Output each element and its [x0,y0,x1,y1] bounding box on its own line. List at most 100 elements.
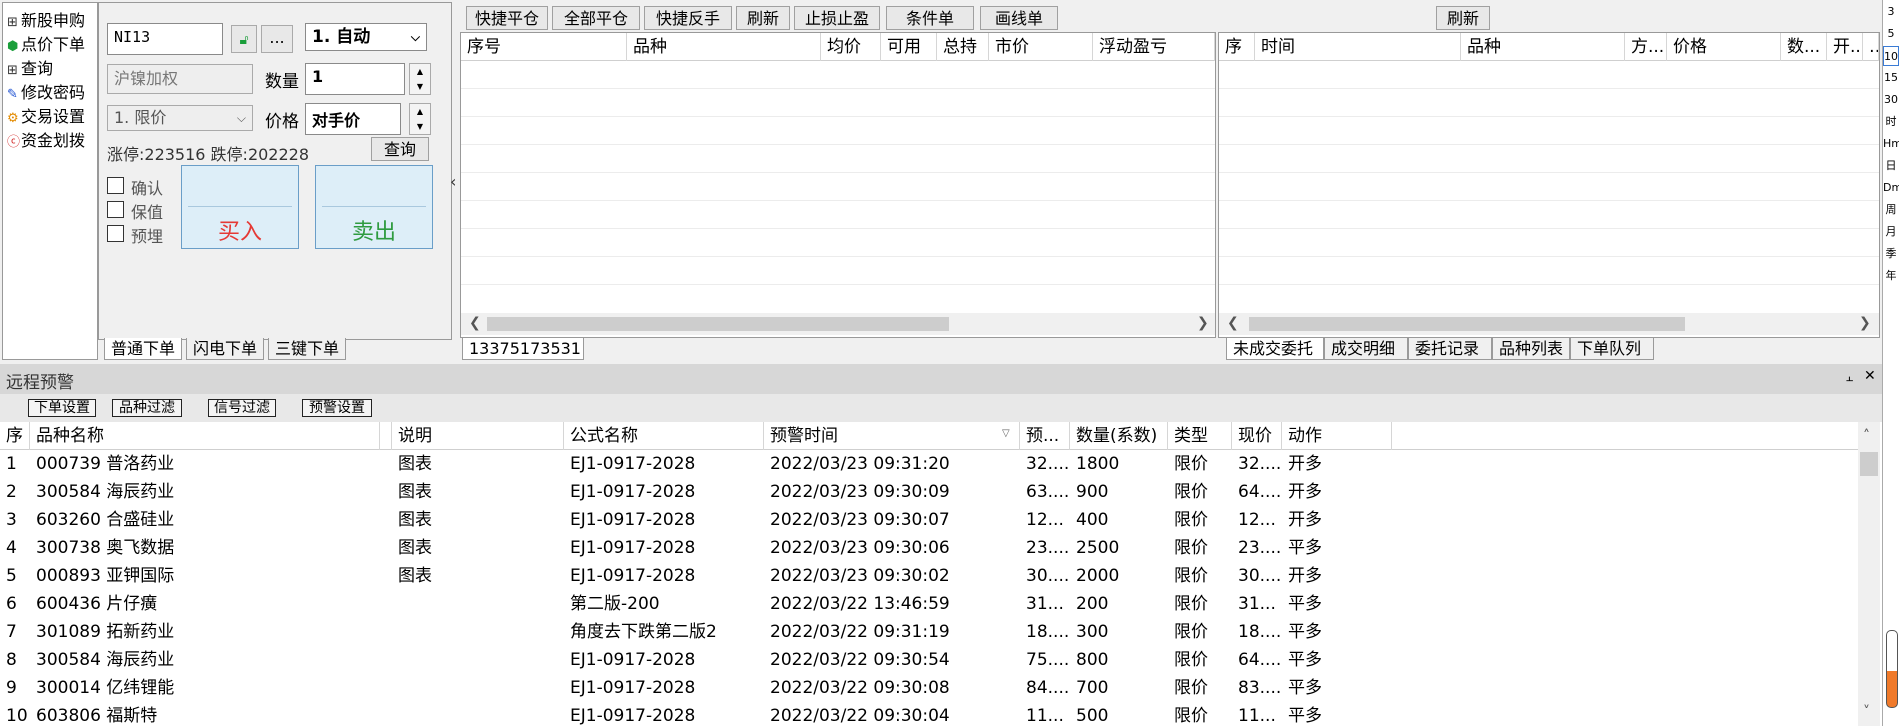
order-hscrollbar[interactable]: ❮ ❯ [1219,313,1879,335]
tab-three-key-order[interactable]: 三键下单 [268,338,347,360]
toolbar-button-0[interactable]: 快捷平仓 [466,6,548,30]
alert-cell: 32.... [1238,454,1282,474]
alert-button-1[interactable]: 品种过滤 [112,399,182,417]
scroll-right-icon[interactable]: ❯ [1197,315,1209,331]
alert-cell [380,702,392,726]
quantity-input[interactable]: 1 [305,63,405,95]
period-item[interactable]: 周 [1883,200,1899,220]
alert-cell: 限价 [1174,482,1208,502]
period-item[interactable]: 3 [1883,2,1899,22]
sell-button[interactable]: 卖出 [315,165,433,249]
menu-item-label: 交易设置 [21,107,86,126]
tab-account[interactable]: 13375173531 [462,338,584,360]
buy-button[interactable]: 买入 [181,165,299,249]
position-hscrollbar[interactable]: ❮ ❯ [461,313,1215,335]
menu-item-1[interactable]: ⬢ 点价下单 [7,31,85,54]
order-refresh-button[interactable]: 刷新 [1436,6,1490,30]
buy-label: 买入 [217,220,262,245]
toolbar-button-2[interactable]: 快捷反手 [644,6,732,30]
alert-button-3[interactable]: 预警设置 [302,399,372,417]
alert-row[interactable]: 7 301089 拓新药业 角度去下跌第二版2 2022/03/22 09:31:19… [0,618,1858,646]
toolbar-button-1[interactable]: 全部平仓 [552,6,640,30]
alert-button-0[interactable]: 下单设置 [28,399,96,417]
scroll-right-icon[interactable]: ❯ [1859,315,1871,331]
alert-button-2[interactable]: 信号过滤 [208,399,276,417]
order-type-select[interactable]: 1. 限价 ⌵ [107,105,253,131]
scroll-thumb[interactable] [487,317,949,331]
period-item[interactable]: 年 [1883,266,1899,286]
period-item[interactable]: 日 [1883,156,1899,176]
period-item[interactable]: 月 [1883,222,1899,242]
alert-cell: 开多 [1288,510,1322,530]
alert-cell: 000739 普洛药业 [36,454,175,474]
menu-item-2[interactable]: ⊞ 查询 [7,55,53,78]
limit-text: 涨停:223516 跌停:202228 [107,145,310,164]
mode-select[interactable]: 1. 自动 ⌵ [305,23,427,51]
period-item[interactable]: 30 [1883,90,1899,110]
price-input[interactable]: 对手价 [305,103,401,135]
quantity-stepper[interactable]: ▲ ▼ [409,63,431,95]
menu-item-0[interactable]: ⊞ 新股申购 [7,7,85,30]
alert-row[interactable]: 3 603260 合盛硅业 图表 EJ1-0917-2028 2022/03/23 09… [0,506,1858,534]
alert-row[interactable]: 8 300584 海辰药业 EJ1-0917-2028 2022/03/22 09:3… [0,646,1858,674]
chevron-down-icon: ⌵ [236,111,246,125]
alert-row[interactable]: 1 000739 普洛药业 图表 EJ1-0917-2028 2022/03/23 09… [0,450,1858,478]
period-item[interactable]: 时 [1883,112,1899,132]
hedge-checkbox[interactable] [107,201,124,218]
toolbar-button-5[interactable]: 条件单 [886,6,974,30]
alert-header-cell: 预... [1020,422,1070,450]
pin-icon[interactable]: ⫠ [1846,370,1853,385]
menu-item-5[interactable]: ⓒ资金划拨 [7,127,85,150]
alert-cell [392,590,564,618]
period-item[interactable]: 季 [1883,244,1899,264]
tab-flash-order[interactable]: 闪电下单 [186,338,265,360]
collapse-left-icon[interactable]: ‹ [450,172,456,191]
tab-order-record-3[interactable]: 品种列表 [1492,338,1570,360]
alert-row[interactable]: 6 600436 片仔癀 第二版-200 2022/03/22 13:46:59 31.… [0,590,1858,618]
alert-cell: 11... [1026,706,1064,726]
account-code-input[interactable]: NI13 [107,23,223,55]
alert-cell: EJ1-0917-2028 [570,678,696,698]
alert-cell: 23.... [1026,538,1070,558]
query-button[interactable]: 查询 [371,137,429,161]
toolbar-button-6[interactable]: 画线单 [980,6,1058,30]
toolbar-button-4[interactable]: 止损止盈 [794,6,880,30]
period-item[interactable]: Hm [1883,134,1899,154]
period-item[interactable]: Dm [1883,178,1899,198]
preset-checkbox[interactable] [107,225,124,242]
tab-order-record-1[interactable]: 成交明细 [1324,338,1408,360]
alert-row[interactable]: 10 603806 福斯特 EJ1-0917-2028 2022/03/22 09:3… [0,702,1858,726]
alert-row[interactable]: 9 300014 亿纬锂能 EJ1-0917-2028 2022/03/22 09:3… [0,674,1858,702]
position-header-cell: 可用 [881,33,937,61]
alert-cell: 图表 [398,482,432,502]
more-button[interactable]: ... [261,25,293,53]
period-scroll-indicator[interactable] [1886,630,1898,708]
alert-cell: 1 [6,454,17,474]
menu-item-4[interactable]: ⚙ 交易设置 [7,103,86,126]
menu-item-3[interactable]: ✎ 修改密码 [7,79,85,102]
alert-vscrollbar[interactable]: ˄ ˅ [1858,422,1880,726]
confirm-checkbox[interactable] [107,177,124,194]
alert-row[interactable]: 5 000893 亚钾国际 图表 EJ1-0917-2028 2022/03/23 09… [0,562,1858,590]
scroll-down-icon[interactable]: ˅ [1863,704,1870,720]
price-stepper[interactable]: ▲ ▼ [409,103,431,135]
lock-icon[interactable]: 🔓︎ [231,25,257,53]
tab-order-record-2[interactable]: 委托记录 [1408,338,1492,360]
period-item[interactable]: 15 [1883,68,1899,88]
scroll-left-icon[interactable]: ❮ [1227,315,1239,331]
tab-normal-order[interactable]: 普通下单 [104,338,183,360]
scroll-thumb[interactable] [1249,317,1685,331]
tab-order-record-4[interactable]: 下单队列 [1570,338,1654,360]
alert-row[interactable]: 2 300584 海辰药业 图表 EJ1-0917-2028 2022/03/23 09… [0,478,1858,506]
period-item[interactable]: 5 [1883,24,1899,44]
period-item[interactable]: 10 [1883,46,1899,66]
toolbar-button-3[interactable]: 刷新 [736,6,790,30]
scroll-thumb[interactable] [1860,452,1878,476]
alert-cell: 平多 [1288,678,1322,698]
tab-order-record-0[interactable]: 未成交委托 [1226,338,1324,360]
alert-row[interactable]: 4 300738 奥飞数据 图表 EJ1-0917-2028 2022/03/23 09… [0,534,1858,562]
scroll-up-icon[interactable]: ˄ [1863,428,1870,444]
close-icon[interactable]: ✕ [1864,368,1876,384]
alert-cell: 64.... [1238,650,1282,670]
scroll-left-icon[interactable]: ❮ [469,315,481,331]
